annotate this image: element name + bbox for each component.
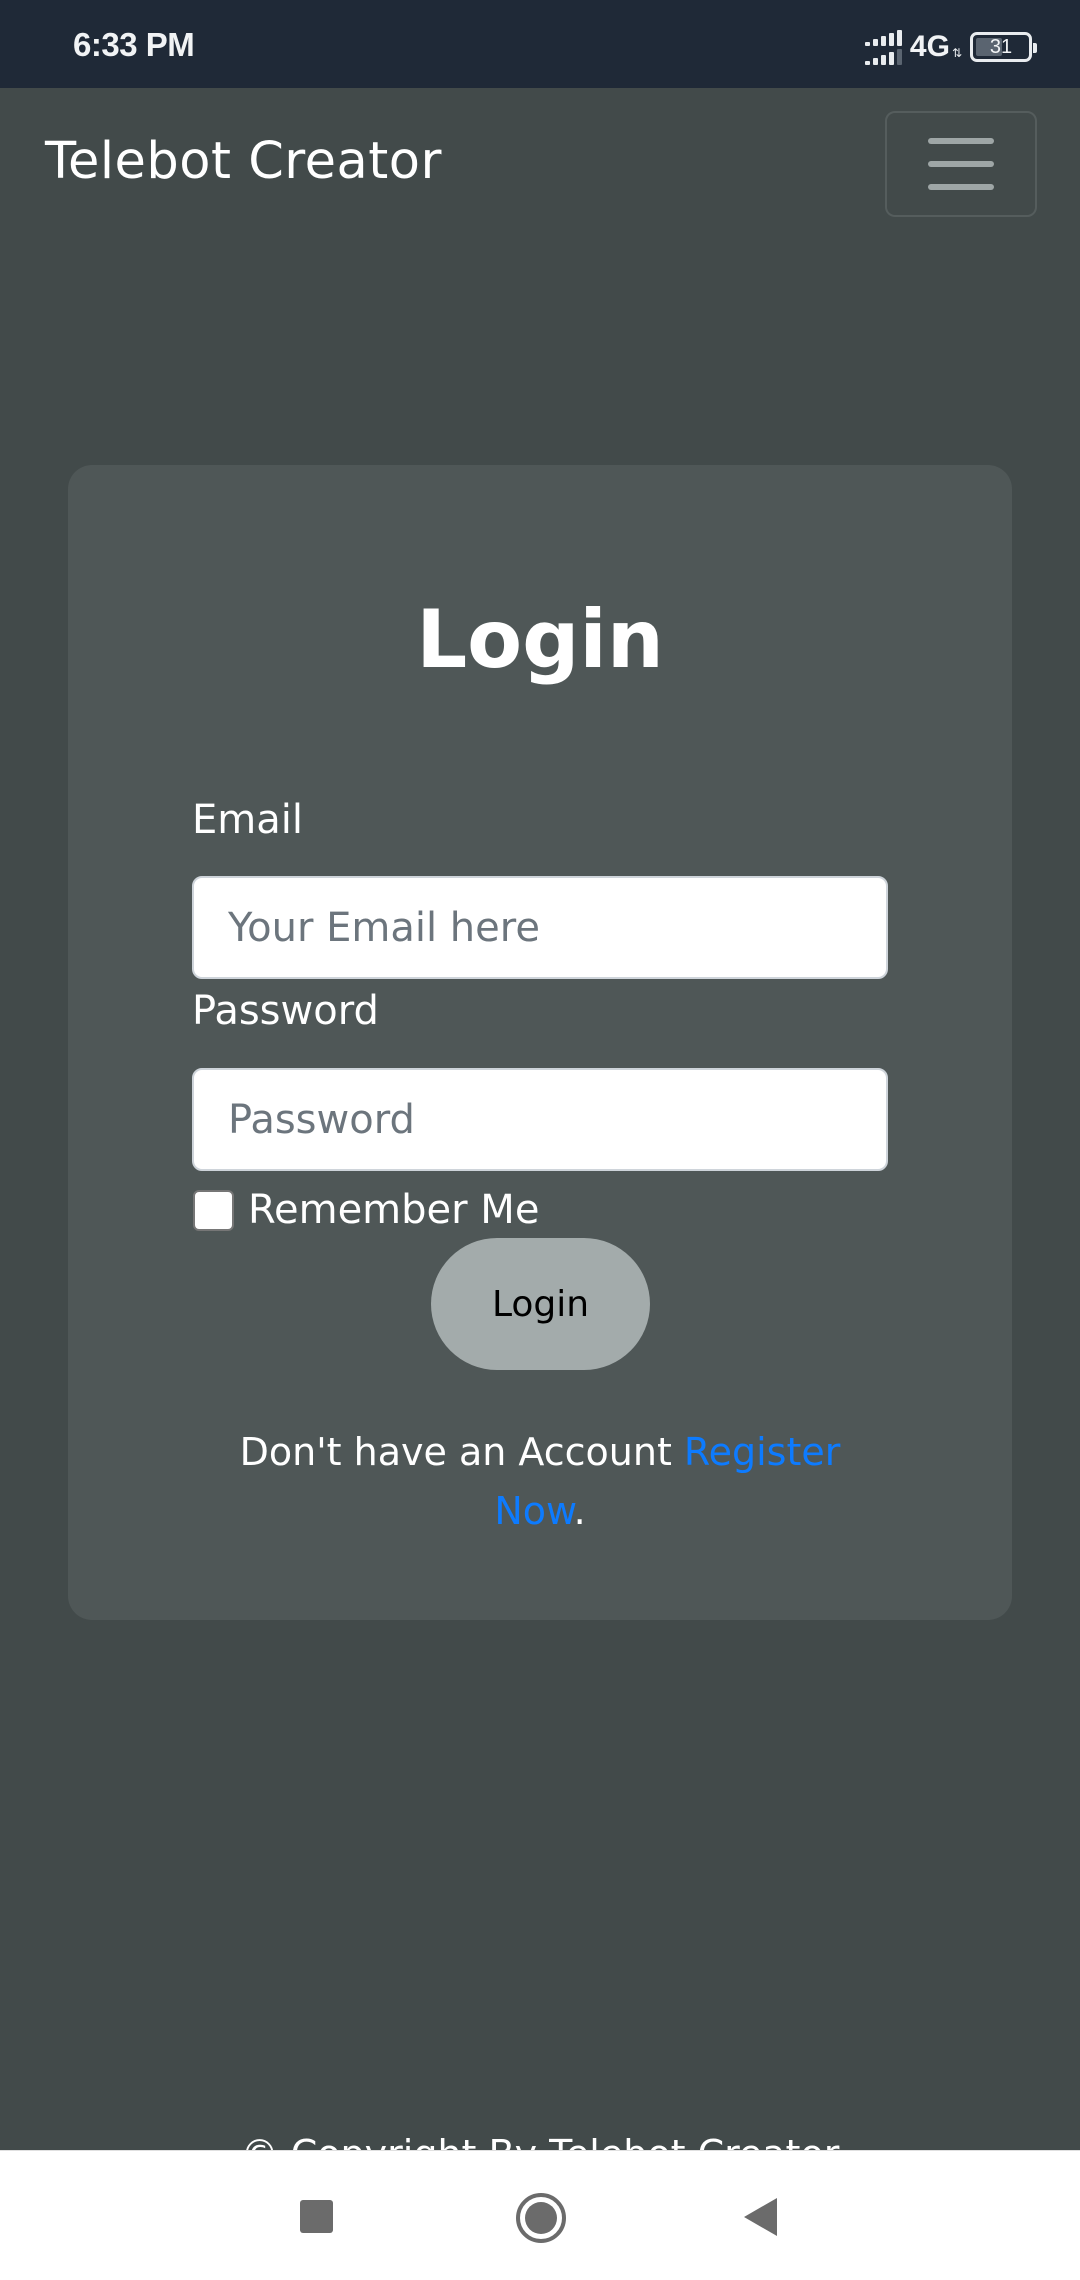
menu-toggle-button[interactable] — [885, 111, 1037, 217]
email-field[interactable] — [192, 876, 888, 979]
brand-title[interactable]: Telebot Creator — [45, 132, 442, 191]
status-bar: 6:33 PM 4G ⇅ 31 — [0, 0, 1080, 88]
password-field[interactable] — [192, 1068, 888, 1171]
page-title: Login — [416, 593, 664, 686]
remember-me: Remember Me — [193, 1187, 539, 1233]
status-time: 6:33 PM — [73, 26, 195, 63]
register-suffix: . — [573, 1489, 586, 1533]
remember-me-label[interactable]: Remember Me — [248, 1187, 539, 1233]
email-label: Email — [192, 797, 303, 843]
login-button[interactable]: Login — [431, 1238, 650, 1370]
navbar: Telebot Creator — [0, 88, 1080, 238]
circle-icon[interactable] — [516, 2193, 566, 2243]
signal-icon — [864, 29, 902, 65]
system-navigation-bar — [0, 2150, 1080, 2280]
square-icon[interactable] — [300, 2200, 333, 2233]
network-type: 4G — [909, 30, 950, 63]
battery-percent: 31 — [989, 35, 1013, 58]
status-icons: 4G ⇅ 31 — [864, 29, 1037, 65]
register-prompt: Don't have an Account Register Now. — [218, 1423, 862, 1541]
hamburger-menu-icon — [928, 138, 994, 144]
battery-icon: 31 — [970, 32, 1037, 62]
password-label: Password — [192, 988, 379, 1034]
triangle-back-icon[interactable] — [744, 2198, 777, 2236]
data-activity-icon: ⇅ — [951, 46, 962, 60]
login-card: Login Email Password Remember Me Login D… — [68, 465, 1012, 1620]
remember-me-checkbox[interactable] — [193, 1189, 234, 1231]
register-prompt-text: Don't have an Account — [239, 1430, 684, 1474]
